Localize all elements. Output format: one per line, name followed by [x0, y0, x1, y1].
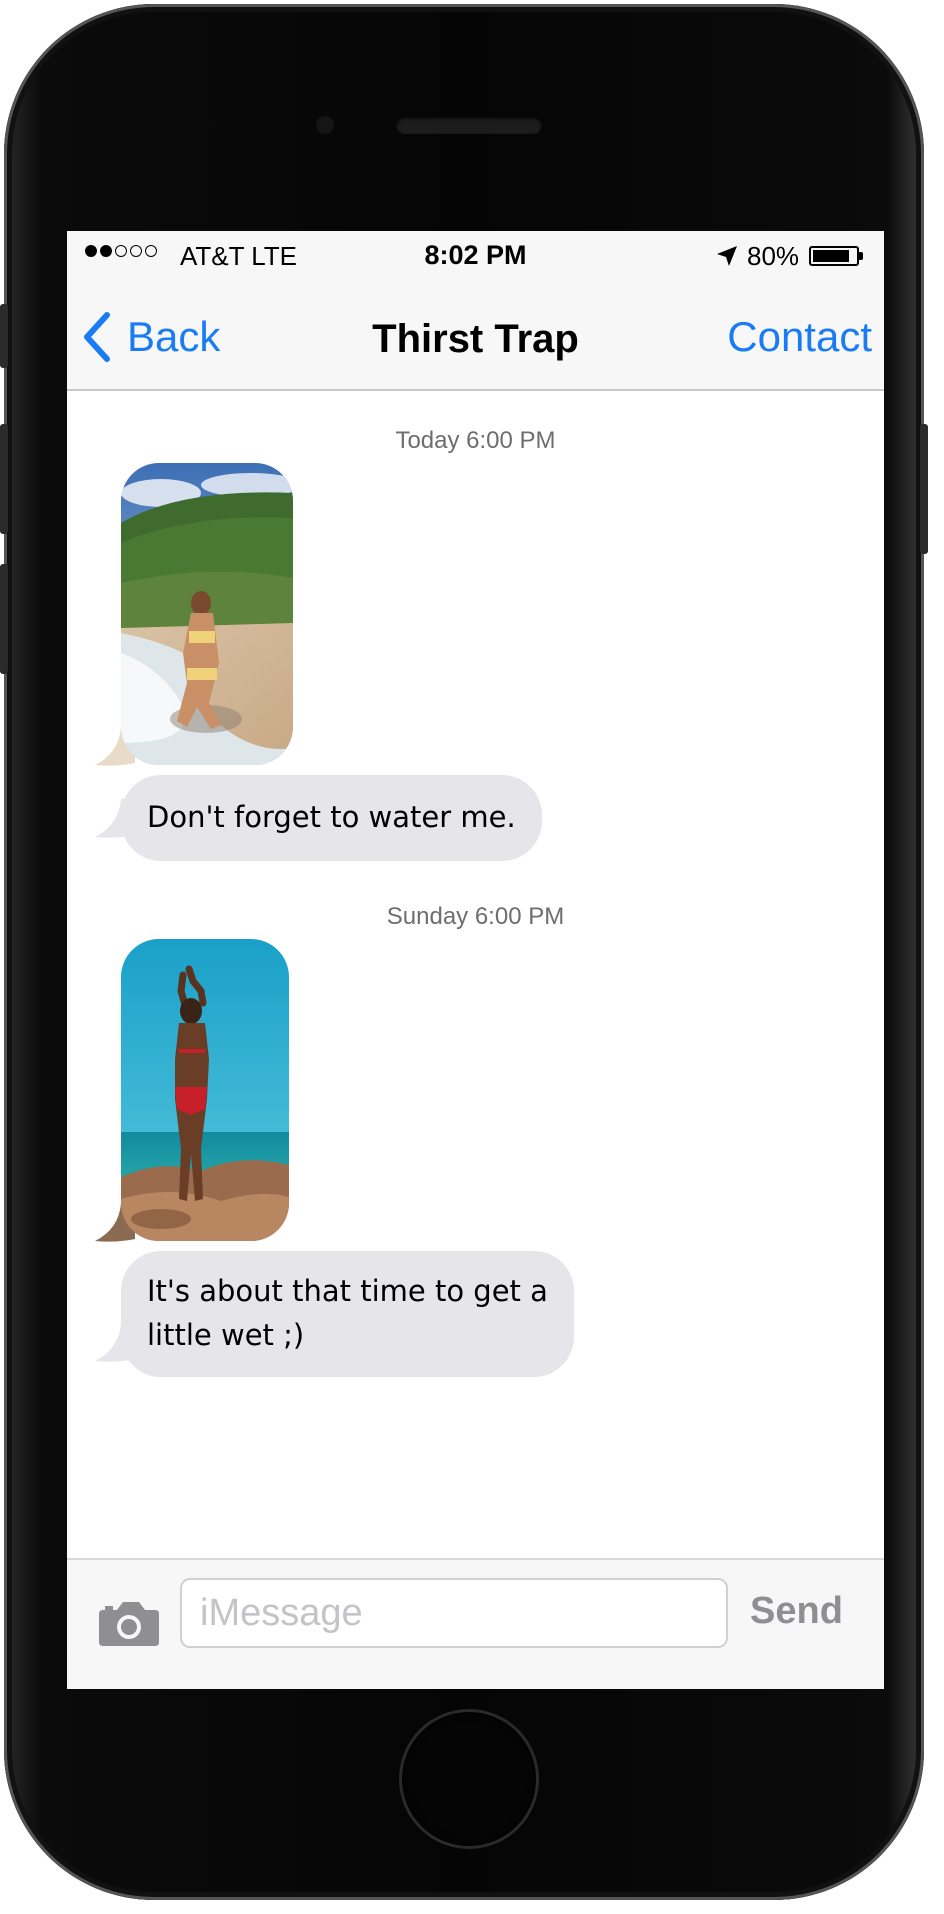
phone-frame: AT&T LTE 8:02 PM 80% Back Thirst Trap Co…	[0, 4, 928, 1900]
message-text-line: little wet ;)	[147, 1318, 305, 1352]
message-bubble: Don't forget to water me.	[121, 775, 542, 861]
home-button[interactable]	[402, 1712, 536, 1846]
photo-message-shore[interactable]	[121, 939, 289, 1241]
message-input-bar: Send	[67, 1558, 884, 1689]
imessage-input[interactable]	[180, 1578, 728, 1648]
battery-percentage: 80%	[747, 241, 800, 271]
message-text: Don't forget to water me.	[147, 800, 516, 834]
photo-message-beach[interactable]	[121, 463, 293, 765]
message-timestamp: Sunday 6:00 PM	[386, 903, 565, 930]
screen: AT&T LTE 8:02 PM 80% Back Thirst Trap Co…	[67, 231, 884, 1689]
earpiece-speaker	[396, 116, 542, 134]
message-bubble: It's about that time to get a little wet…	[121, 1251, 574, 1377]
volume-up-button	[0, 424, 8, 534]
mute-switch	[0, 304, 8, 368]
navigation-bar: Back Thirst Trap Contact	[67, 283, 884, 391]
front-camera	[316, 116, 334, 134]
beach-photo	[121, 463, 293, 765]
contact-button[interactable]: Contact	[727, 313, 872, 361]
status-bar: AT&T LTE 8:02 PM 80%	[67, 231, 884, 283]
volume-down-button	[0, 564, 8, 674]
location-arrow-icon	[717, 246, 737, 266]
send-button[interactable]: Send	[750, 1590, 843, 1633]
power-button	[920, 424, 928, 554]
message-timestamp: Today 6:00 PM	[395, 427, 556, 454]
message-text-line: It's about that time to get a	[147, 1274, 548, 1308]
camera-icon[interactable]	[97, 1598, 161, 1648]
shore-photo	[121, 939, 289, 1241]
battery-icon	[809, 246, 863, 266]
